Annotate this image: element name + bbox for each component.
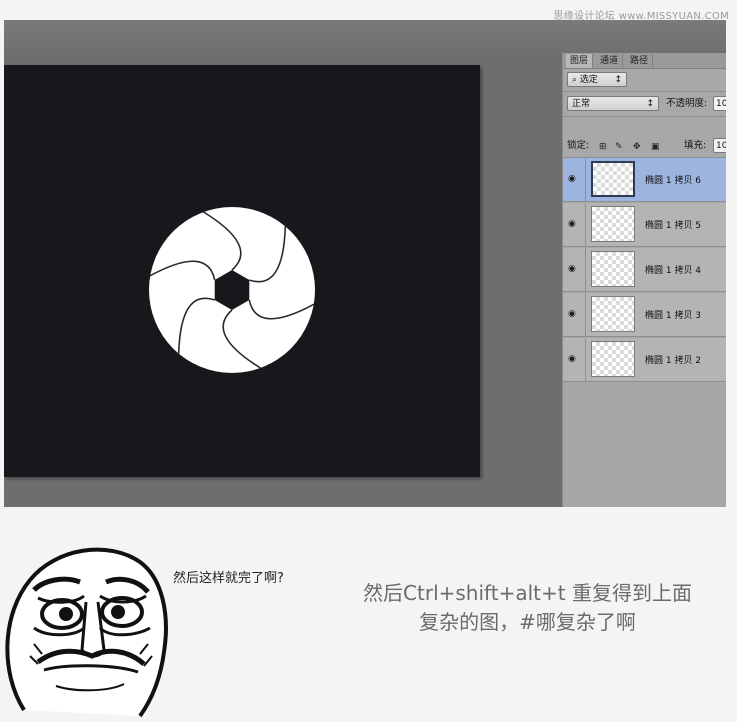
layers-empty-area <box>563 383 726 507</box>
layer-filter-dropdown[interactable]: ⌕ 选定 ↕ <box>567 72 627 87</box>
blend-mode-value: 正常 <box>572 99 591 109</box>
tab-paths[interactable]: 路径 <box>626 54 654 68</box>
lock-all-icon[interactable]: ▣ <box>651 141 660 153</box>
blend-mode-select[interactable]: 正常 ↕ <box>567 96 659 111</box>
layer-thumbnail <box>591 161 635 197</box>
opacity-label: 不透明度: <box>666 98 708 109</box>
layer-row[interactable]: ◉ 椭圆 1 拷贝 6 <box>563 158 726 202</box>
layers-panel: 图层 通道 路径 ⌕ 选定 ↕ 正常 ↕ 不透明度: 100 锁定: ⊞ ✎ ✥… <box>562 53 726 507</box>
caption-line-1: 然后Ctrl+shift+alt+t 重复得到上面 <box>363 581 692 605</box>
layer-thumbnail <box>591 251 635 287</box>
meme-caption: 然后这样就完了啊? <box>173 571 284 586</box>
layer-thumbnail <box>591 341 635 377</box>
aperture-shape <box>149 207 315 373</box>
eye-icon[interactable]: ◉ <box>568 174 576 184</box>
fill-input[interactable]: 100 <box>713 138 726 153</box>
layer-row[interactable]: ◉ 椭圆 1 拷贝 2 <box>563 338 726 382</box>
eye-icon[interactable]: ◉ <box>568 219 576 229</box>
layer-row[interactable]: ◉ 椭圆 1 拷贝 5 <box>563 203 726 247</box>
caption-line-2: 复杂的图，#哪复杂了啊 <box>419 610 636 634</box>
layer-thumbnail <box>591 206 635 242</box>
opacity-input[interactable]: 100 <box>713 96 726 111</box>
visibility-cell: ◉ <box>563 248 586 291</box>
panel-tabs: 图层 通道 路径 <box>563 53 726 69</box>
visibility-cell: ◉ <box>563 158 586 201</box>
layer-name: 椭圆 1 拷贝 5 <box>645 221 702 231</box>
visibility-cell: ◉ <box>563 338 586 381</box>
search-icon: ⌕ <box>572 75 578 85</box>
document-canvas[interactable] <box>4 65 480 477</box>
visibility-cell: ◉ <box>563 293 586 336</box>
layer-name: 椭圆 1 拷贝 4 <box>645 266 702 276</box>
chevron-updown-icon: ↕ <box>614 75 622 85</box>
lock-label: 锁定: <box>567 140 590 151</box>
eye-icon[interactable]: ◉ <box>568 264 576 274</box>
filter-label: 选定 <box>579 75 598 85</box>
fill-label: 填充: <box>684 140 707 151</box>
layer-name: 椭圆 1 拷贝 2 <box>645 356 702 366</box>
layer-row[interactable]: ◉ 椭圆 1 拷贝 3 <box>563 293 726 337</box>
lock-brush-icon[interactable]: ✎ <box>615 141 623 153</box>
chevron-updown-icon: ↕ <box>646 99 654 109</box>
photoshop-window: 图层 通道 路径 ⌕ 选定 ↕ 正常 ↕ 不透明度: 100 锁定: ⊞ ✎ ✥… <box>4 20 726 507</box>
layer-row[interactable]: ◉ 椭圆 1 拷贝 4 <box>563 248 726 292</box>
visibility-cell: ◉ <box>563 203 586 246</box>
eye-icon[interactable]: ◉ <box>568 309 576 319</box>
layer-name: 椭圆 1 拷贝 6 <box>645 176 702 186</box>
tab-channels[interactable]: 通道 <box>596 54 624 68</box>
lock-move-icon[interactable]: ✥ <box>633 141 641 153</box>
eye-icon[interactable]: ◉ <box>568 354 576 364</box>
layer-name: 椭圆 1 拷贝 3 <box>645 311 702 321</box>
tab-layers[interactable]: 图层 <box>566 54 594 68</box>
lock-transparent-icon[interactable]: ⊞ <box>599 141 607 153</box>
layer-thumbnail <box>591 296 635 332</box>
meme-face-illustration <box>5 547 168 718</box>
